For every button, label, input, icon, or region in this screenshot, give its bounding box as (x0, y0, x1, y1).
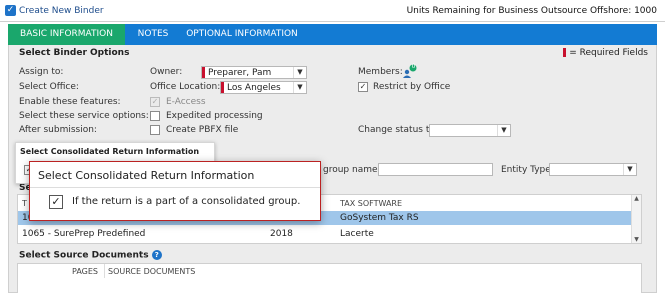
tax-software-header: TAX SOFTWARE (340, 199, 403, 208)
chevron-down-icon: ▼ (623, 164, 636, 175)
change-status-label: Change status to: (358, 125, 438, 135)
tab-optional-information[interactable]: OPTIONAL INFORMATION (182, 24, 302, 45)
units-remaining: Units Remaining for Business Outsource O… (406, 6, 657, 16)
chevron-down-icon: ▼ (497, 125, 510, 136)
assign-to-label: Assign to: (19, 67, 64, 77)
title-bar: ✓ Create New Binder Units Remaining for … (0, 0, 665, 22)
office-location-value: Los Angeles (227, 83, 281, 93)
owner-label: Owner: (150, 67, 183, 77)
create-pbfx-label: Create PBFX file (166, 125, 239, 135)
tab-basic-information[interactable]: BASIC INFORMATION (8, 24, 125, 45)
required-marker-icon (563, 48, 567, 57)
help-icon[interactable]: ? (151, 250, 162, 260)
required-marker-icon (221, 82, 224, 93)
app-logo-icon: ✓ (5, 5, 16, 16)
service-options-label: Select these service options: (19, 111, 149, 121)
consolidated-section-title: Select Consolidated Return Information (20, 147, 200, 156)
enable-features-label: Enable these features: (19, 97, 121, 107)
office-location-select[interactable]: Los Angeles ▼ (220, 81, 307, 94)
pages-header: PAGES (72, 267, 98, 276)
e-access-checkbox[interactable]: ✓ (150, 97, 160, 107)
row-name: 1065 - SurePrep Predefined (22, 229, 146, 239)
create-pbfx-checkbox[interactable] (150, 125, 160, 135)
consolidated-group-label: If the return is a part of a consolidate… (72, 196, 301, 207)
consolidated-tooltip: Select Consolidated Return Information ✓… (29, 161, 321, 221)
change-status-select[interactable]: ▼ (429, 124, 511, 137)
scroll-up-icon[interactable]: ▲ (632, 195, 641, 202)
source-docs-title-text: Select Source Documents (19, 250, 149, 261)
source-docs-title: Select Source Documents ? (19, 250, 162, 261)
office-location-label: Office Location: (150, 82, 221, 92)
consolidated-group-checkbox[interactable]: ✓ (49, 195, 63, 209)
tab-bar: BASIC INFORMATION NOTES OPTIONAL INFORMA… (8, 24, 657, 45)
select-office-label: Select Office: (19, 82, 79, 92)
source-documents-header: SOURCE DOCUMENTS (108, 267, 196, 276)
entity-type-select[interactable]: ▼ (549, 163, 637, 176)
e-access-label: E-Access (166, 97, 206, 107)
template-col-header: T (22, 199, 27, 208)
expedited-checkbox[interactable] (150, 111, 160, 121)
window-title: Create New Binder (19, 6, 104, 16)
members-label: Members: (358, 67, 403, 77)
chevron-down-icon: ▼ (293, 67, 306, 78)
binder-options-title: Select Binder Options (19, 48, 130, 58)
required-legend-text: = Required Fields (569, 48, 648, 58)
group-name-input[interactable] (378, 163, 493, 176)
row-software: Lacerte (340, 229, 374, 239)
expedited-label: Expedited processing (166, 111, 263, 121)
table-scrollbar[interactable]: ▲ ▼ (631, 195, 641, 243)
required-legend: = Required Fields (563, 48, 648, 58)
tooltip-title: Select Consolidated Return Information (38, 169, 255, 182)
row-software: GoSystem Tax RS (340, 213, 419, 223)
scroll-down-icon[interactable]: ▼ (632, 236, 641, 243)
table-row[interactable]: 1065 - SurePrep Predefined 2018 Lacerte (18, 227, 632, 241)
owner-value: Preparer, Pam (208, 68, 272, 78)
owner-select[interactable]: Preparer, Pam ▼ (201, 66, 307, 79)
required-marker-icon (202, 67, 205, 78)
source-docs-table: PAGES SOURCE DOCUMENTS (17, 263, 642, 293)
group-name-label: group name: (323, 165, 381, 175)
chevron-down-icon: ▼ (293, 82, 306, 93)
after-submission-label: After submission: (19, 125, 97, 135)
entity-type-label: Entity Type: (501, 165, 554, 175)
restrict-office-label: Restrict by Office (373, 82, 451, 92)
row-year: 2018 (270, 229, 293, 239)
members-icon[interactable]: 0 (402, 63, 418, 78)
restrict-office-checkbox[interactable]: ✓ (358, 82, 368, 92)
tab-notes[interactable]: NOTES (126, 24, 180, 45)
tooltip-divider (30, 187, 320, 188)
members-count: 0 (411, 63, 416, 70)
column-divider (104, 264, 105, 278)
